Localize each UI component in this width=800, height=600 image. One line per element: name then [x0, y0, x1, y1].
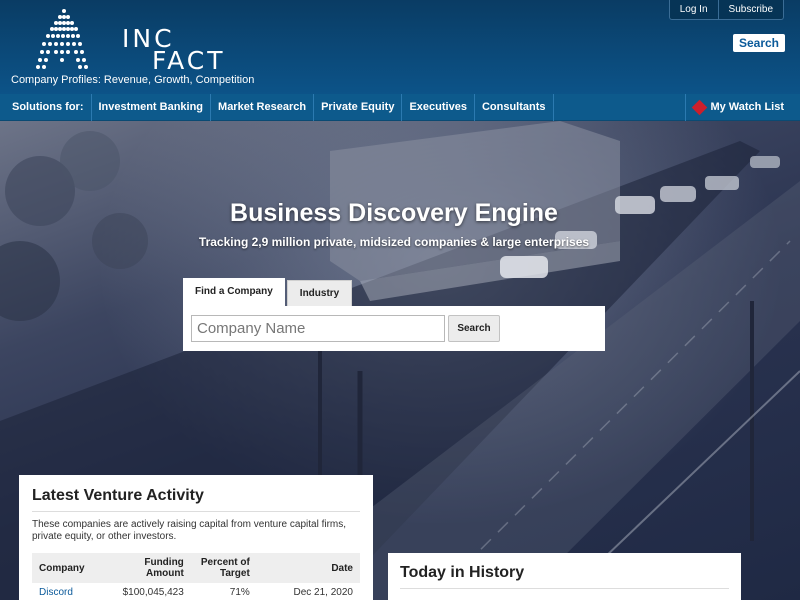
- tagline: Company Profiles: Revenue, Growth, Compe…: [11, 74, 255, 86]
- watch-list-link[interactable]: My Watch List: [685, 94, 784, 121]
- header-search-button[interactable]: Search: [732, 34, 785, 52]
- company-name-input[interactable]: [191, 315, 445, 342]
- latest-venture-card: Latest Venture Activity These companies …: [19, 475, 373, 600]
- column-header-company: Company: [39, 562, 85, 574]
- nav-item-investment-banking[interactable]: Investment Banking: [92, 93, 212, 121]
- search-tabs: Find a Company Industry: [183, 278, 605, 306]
- history-title: Today in History: [400, 564, 729, 589]
- company-search-button[interactable]: Search: [448, 315, 500, 342]
- logo-wordmark: Inc Fact: [122, 26, 226, 75]
- venture-title: Latest Venture Activity: [32, 487, 360, 512]
- today-in-history-card: Today in History: [388, 553, 741, 600]
- nav-item-market-research[interactable]: Market Research: [211, 93, 315, 121]
- search-form: Search: [183, 306, 605, 351]
- tab-industry[interactable]: Industry: [286, 280, 353, 306]
- tab-find-company[interactable]: Find a Company: [183, 278, 285, 306]
- login-link[interactable]: Log In: [670, 0, 718, 19]
- hero-title: Business Discovery Engine: [230, 199, 558, 227]
- table-row: Discord $100,045,423 71% Dec 21, 2020: [32, 583, 360, 600]
- nav-item-executives[interactable]: Executives: [402, 93, 475, 121]
- site-header: Inc Fact Company Profiles: Revenue, Grow…: [0, 0, 800, 94]
- logo-mark-icon: [36, 9, 88, 69]
- company-link[interactable]: Discord: [39, 587, 73, 598]
- nav-item-private-equity[interactable]: Private Equity: [314, 93, 403, 121]
- company-cell: Discord: [32, 583, 116, 600]
- nav-solutions-label: Solutions for:: [0, 93, 92, 121]
- venture-table: Company Funding Amount Percent of Target…: [32, 553, 360, 600]
- logo-line-2: Fact: [152, 46, 226, 75]
- nav-item-consultants[interactable]: Consultants: [475, 93, 554, 121]
- main-nav: Solutions for: Investment Banking Market…: [0, 93, 800, 121]
- date-cell: Dec 21, 2020: [293, 587, 354, 598]
- percent-of-target-cell: 71%: [229, 587, 250, 598]
- diamond-icon: [692, 99, 708, 116]
- auth-links: Log In Subscribe: [668, 0, 784, 20]
- table-header-row: Company Funding Amount Percent of Target…: [32, 553, 360, 583]
- logo[interactable]: Inc Fact: [34, 8, 222, 73]
- column-header-date: Date: [331, 562, 353, 574]
- column-header-funding-amount: Funding Amount: [144, 557, 184, 579]
- funding-amount-cell: $100,045,423: [122, 587, 184, 598]
- hero-subtitle: Tracking 2,9 million private, midsized c…: [198, 235, 590, 249]
- watch-list-label: My Watch List: [710, 101, 784, 113]
- company-search-panel: Find a Company Industry Search: [183, 278, 605, 351]
- venture-description: These companies are actively raising cap…: [32, 519, 347, 542]
- column-header-percent-of-target: Percent of Target: [200, 557, 250, 579]
- subscribe-link[interactable]: Subscribe: [717, 0, 783, 19]
